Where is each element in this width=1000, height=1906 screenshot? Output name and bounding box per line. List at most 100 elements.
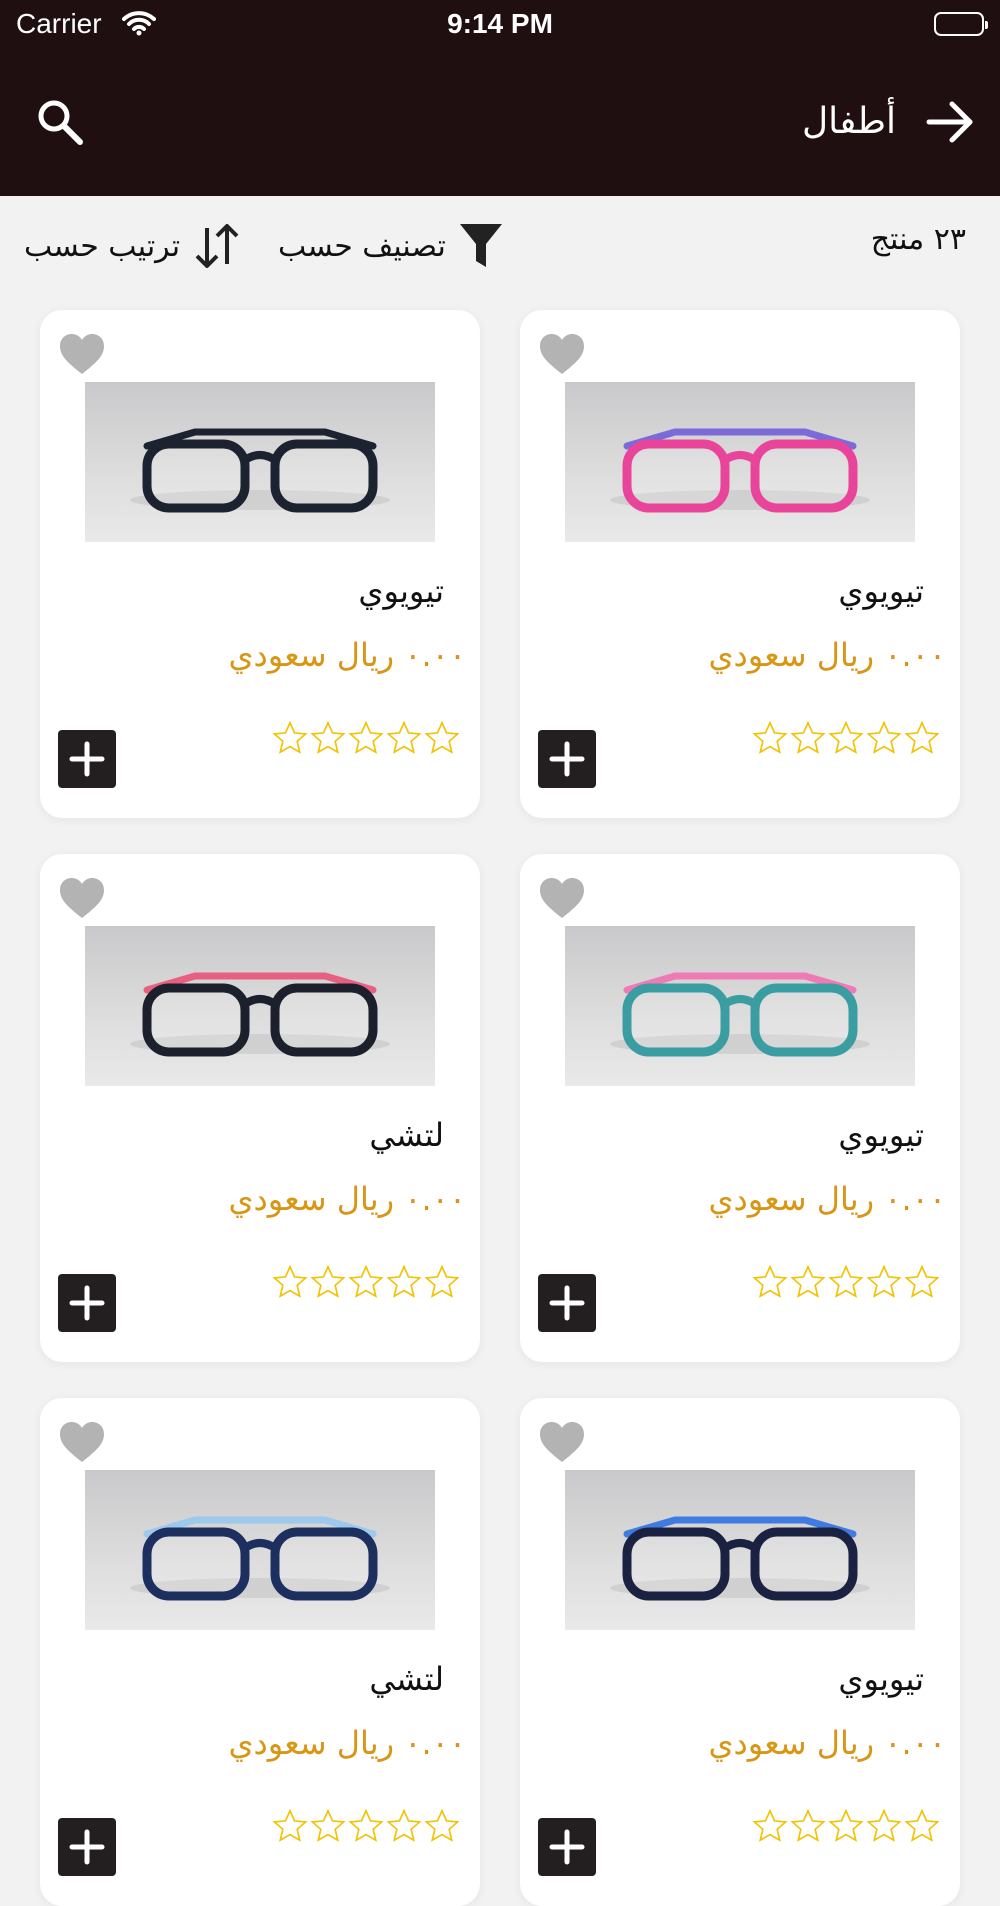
- star-icon: [828, 720, 864, 754]
- heart-icon: [60, 878, 104, 918]
- star-icon: [272, 1808, 308, 1842]
- heart-icon: [540, 1422, 584, 1462]
- star-icon: [866, 720, 902, 754]
- back-button[interactable]: [924, 96, 976, 148]
- product-card[interactable]: تيويوي ٠.٠٠ ريال سعودي: [40, 310, 480, 818]
- add-to-cart-button[interactable]: [58, 1274, 116, 1332]
- heart-icon: [540, 334, 584, 374]
- product-price: ٠.٠٠ ريال سعودي: [708, 1180, 946, 1218]
- heart-icon: [60, 1422, 104, 1462]
- star-icon: [424, 1808, 460, 1842]
- star-icon: [386, 720, 422, 754]
- add-to-cart-button[interactable]: [538, 1818, 596, 1876]
- rating-stars: [272, 1808, 460, 1844]
- star-icon: [348, 720, 384, 754]
- product-count: ٢٣ منتج: [870, 222, 966, 257]
- star-icon: [866, 1808, 902, 1842]
- plus-icon: [69, 1829, 105, 1865]
- favorite-button[interactable]: [538, 332, 586, 376]
- plus-icon: [549, 1829, 585, 1865]
- clock: 9:14 PM: [447, 8, 553, 39]
- product-image: [565, 926, 915, 1086]
- sort-button[interactable]: ترتيب حسب: [24, 218, 242, 274]
- star-icon: [386, 1808, 422, 1842]
- plus-icon: [549, 1285, 585, 1321]
- star-icon: [828, 1808, 864, 1842]
- star-icon: [904, 720, 940, 754]
- rating-stars: [752, 1808, 940, 1844]
- star-icon: [828, 1264, 864, 1298]
- product-image: [85, 382, 435, 542]
- filter-label: تصنيف حسب: [278, 228, 446, 264]
- status-bar: Carrier 9:14 PM: [0, 0, 1000, 50]
- star-icon: [424, 720, 460, 754]
- product-card[interactable]: لتشي ٠.٠٠ ريال سعودي: [40, 1398, 480, 1906]
- product-price: ٠.٠٠ ريال سعودي: [708, 636, 946, 674]
- product-price: ٠.٠٠ ريال سعودي: [228, 636, 466, 674]
- rating-stars: [272, 720, 460, 756]
- plus-icon: [69, 741, 105, 777]
- filter-icon: [459, 224, 502, 267]
- battery-icon: [934, 12, 988, 36]
- favorite-button[interactable]: [58, 332, 106, 376]
- star-icon: [348, 1808, 384, 1842]
- product-name: لتشي: [369, 1116, 444, 1154]
- plus-icon: [549, 741, 585, 777]
- add-to-cart-button[interactable]: [538, 730, 596, 788]
- sort-icon: [195, 224, 239, 268]
- star-icon: [752, 720, 788, 754]
- product-name: تيويوي: [838, 1116, 924, 1154]
- favorite-button[interactable]: [58, 1420, 106, 1464]
- filter-button[interactable]: تصنيف حسب: [278, 218, 504, 274]
- filter-sort-bar: ٢٣ منتج تصنيف حسب ترتيب حسب: [0, 196, 1000, 296]
- star-icon: [752, 1808, 788, 1842]
- favorite-button[interactable]: [538, 1420, 586, 1464]
- star-icon: [790, 720, 826, 754]
- star-icon: [904, 1808, 940, 1842]
- star-icon: [348, 1264, 384, 1298]
- product-card[interactable]: لتشي ٠.٠٠ ريال سعودي: [40, 854, 480, 1362]
- product-image: [565, 1470, 915, 1630]
- product-price: ٠.٠٠ ريال سعودي: [708, 1724, 946, 1762]
- star-icon: [310, 1808, 346, 1842]
- product-name: تيويوي: [358, 572, 444, 610]
- app-header: أطفال: [0, 50, 1000, 196]
- product-name: تيويوي: [838, 1660, 924, 1698]
- heart-icon: [60, 334, 104, 374]
- plus-icon: [69, 1285, 105, 1321]
- page-title: أطفال: [802, 101, 896, 142]
- search-icon: [38, 100, 83, 145]
- product-card[interactable]: تيويوي ٠.٠٠ ريال سعودي: [520, 310, 960, 818]
- product-image: [565, 382, 915, 542]
- add-to-cart-button[interactable]: [58, 1818, 116, 1876]
- product-name: تيويوي: [838, 572, 924, 610]
- product-name: لتشي: [369, 1660, 444, 1698]
- add-to-cart-button[interactable]: [58, 730, 116, 788]
- sort-label: ترتيب حسب: [24, 228, 181, 264]
- star-icon: [424, 1264, 460, 1298]
- star-icon: [310, 1264, 346, 1298]
- add-to-cart-button[interactable]: [538, 1274, 596, 1332]
- rating-stars: [272, 1264, 460, 1300]
- heart-icon: [540, 878, 584, 918]
- star-icon: [866, 1264, 902, 1298]
- arrow-right-icon: [926, 101, 973, 143]
- star-icon: [272, 720, 308, 754]
- star-icon: [272, 1264, 308, 1298]
- star-icon: [790, 1264, 826, 1298]
- star-icon: [904, 1264, 940, 1298]
- product-price: ٠.٠٠ ريال سعودي: [228, 1724, 466, 1762]
- star-icon: [790, 1808, 826, 1842]
- product-price: ٠.٠٠ ريال سعودي: [228, 1180, 466, 1218]
- search-button[interactable]: [34, 96, 86, 148]
- star-icon: [752, 1264, 788, 1298]
- favorite-button[interactable]: [58, 876, 106, 920]
- star-icon: [310, 720, 346, 754]
- rating-stars: [752, 1264, 940, 1300]
- product-card[interactable]: تيويوي ٠.٠٠ ريال سعودي: [520, 1398, 960, 1906]
- rating-stars: [752, 720, 940, 756]
- star-icon: [386, 1264, 422, 1298]
- product-card[interactable]: تيويوي ٠.٠٠ ريال سعودي: [520, 854, 960, 1362]
- favorite-button[interactable]: [538, 876, 586, 920]
- product-image: [85, 926, 435, 1086]
